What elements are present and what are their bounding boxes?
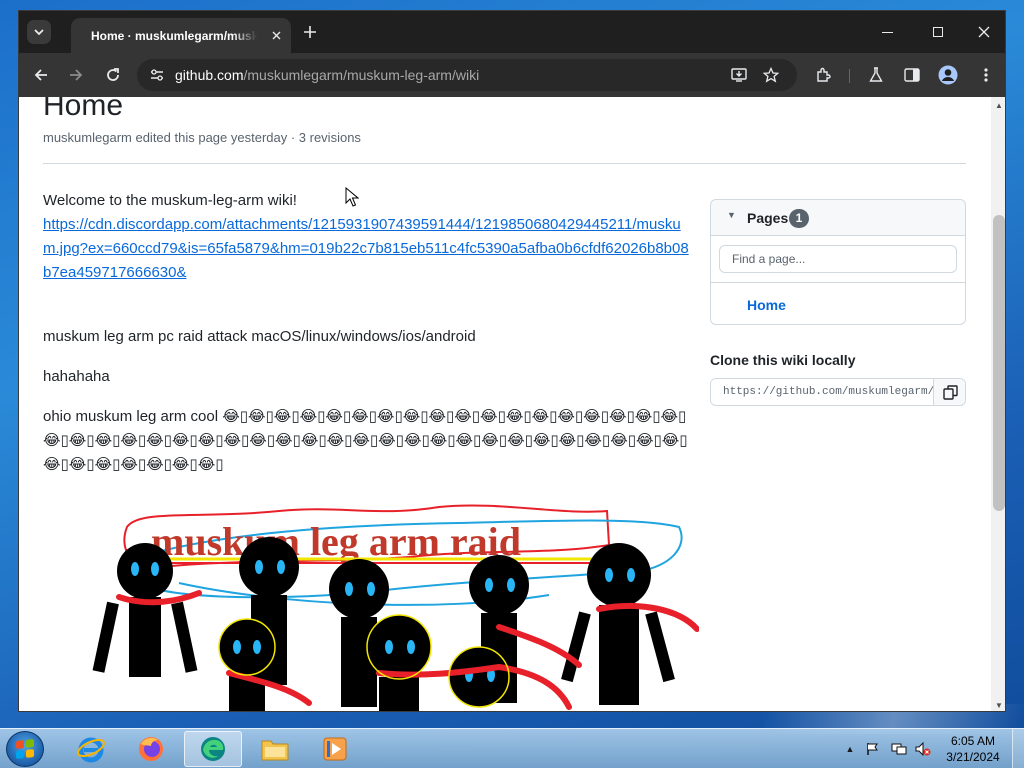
attack-paragraph: muskum leg arm pc raid attack macOS/linu… bbox=[43, 328, 476, 345]
arrow-left-icon bbox=[34, 69, 47, 81]
scrollbar-thumb[interactable] bbox=[993, 215, 1005, 511]
page-title: Home bbox=[43, 97, 124, 122]
arrow-right-icon bbox=[70, 69, 83, 81]
windows-taskbar: ▲ 6:05 AM 3/21/2024 bbox=[0, 728, 1024, 768]
install-app-icon[interactable] bbox=[729, 65, 749, 85]
kebab-menu-icon[interactable] bbox=[975, 64, 997, 86]
pages-panel-header[interactable]: ▼ Pages 1 bbox=[711, 200, 965, 236]
taskbar-internet-explorer[interactable] bbox=[62, 731, 120, 767]
taskbar-firefox[interactable] bbox=[122, 731, 180, 767]
media-player-icon bbox=[323, 737, 347, 761]
firefox-icon bbox=[139, 737, 163, 761]
tray-show-hidden-icon[interactable]: ▲ bbox=[842, 729, 858, 768]
muskum-raid-image: muskum leg arm raid bbox=[92, 504, 699, 711]
scroll-up-arrow-icon[interactable]: ▲ bbox=[995, 101, 1003, 110]
address-bar[interactable]: github.com/muskumlegarm/muskum-leg-arm/w… bbox=[137, 59, 797, 91]
taskbar-file-explorer[interactable] bbox=[246, 731, 304, 767]
extensions-icon[interactable] bbox=[812, 64, 834, 86]
clock-time: 6:05 AM bbox=[950, 734, 996, 748]
pages-panel: ▼ Pages 1 Home bbox=[710, 199, 966, 325]
reload-button[interactable] bbox=[101, 64, 125, 86]
mouse-cursor-icon bbox=[345, 187, 359, 207]
network-icon[interactable] bbox=[890, 729, 908, 768]
tab-close-button[interactable] bbox=[267, 26, 285, 44]
show-desktop-button[interactable] bbox=[1012, 729, 1024, 768]
back-button[interactable] bbox=[29, 64, 53, 86]
sidebar-page-home[interactable]: Home bbox=[747, 297, 786, 313]
browser-window: Home · muskumlegarm/muskum-leg-arm Wiki bbox=[18, 10, 1006, 712]
page-scrollbar[interactable]: ▲ ▼ bbox=[991, 97, 1005, 711]
pages-count-badge: 1 bbox=[789, 209, 809, 228]
url-text: github.com/muskumlegarm/muskum-leg-arm/w… bbox=[175, 67, 479, 83]
haha-paragraph: hahahaha bbox=[43, 368, 110, 385]
emoji-paragraph: ohio muskum leg arm cool 😂▯😂▯😂▯😂▯😂▯😂▯😂▯😂… bbox=[43, 408, 688, 473]
forward-button[interactable] bbox=[64, 64, 88, 86]
tab-search-button[interactable] bbox=[27, 20, 51, 44]
tab-title: Home · muskumlegarm/muskum-leg-arm Wiki bbox=[91, 29, 257, 43]
action-center-flag-icon[interactable] bbox=[864, 729, 882, 768]
image-caption-text: muskum leg arm raid bbox=[151, 519, 521, 564]
maximize-button[interactable] bbox=[923, 19, 953, 45]
windows-logo-icon bbox=[16, 739, 34, 759]
folder-icon bbox=[261, 740, 289, 761]
taskbar-edge-active[interactable] bbox=[184, 731, 242, 767]
reload-icon bbox=[107, 68, 119, 81]
pages-label: Pages bbox=[747, 210, 789, 226]
edge-browser-icon bbox=[201, 737, 225, 761]
clone-url-input[interactable]: https://github.com/muskumlegarm/muskum-l… bbox=[711, 379, 933, 405]
taskbar-clock[interactable]: 6:05 AM 3/21/2024 bbox=[940, 733, 1006, 765]
page-viewport: Home muskumlegarm edited this page yeste… bbox=[19, 97, 991, 711]
volume-muted-icon[interactable] bbox=[914, 729, 932, 768]
new-tab-button[interactable] bbox=[299, 21, 321, 43]
browser-titlebar: Home · muskumlegarm/muskum-leg-arm Wiki bbox=[19, 11, 1005, 53]
caret-down-icon: ▼ bbox=[727, 210, 736, 220]
plus-icon bbox=[304, 26, 316, 38]
close-icon bbox=[272, 31, 280, 39]
site-info-icon[interactable] bbox=[149, 67, 165, 83]
scroll-down-arrow-icon[interactable]: ▼ bbox=[995, 701, 1003, 710]
page-revision-meta: muskumlegarm edited this page yesterday … bbox=[43, 130, 361, 145]
find-page-input[interactable] bbox=[719, 245, 957, 273]
browser-tab-active[interactable]: Home · muskumlegarm/muskum-leg-arm Wiki bbox=[71, 18, 291, 53]
close-icon bbox=[978, 26, 990, 38]
url-host: github.com bbox=[175, 67, 244, 83]
pages-divider bbox=[711, 282, 965, 283]
close-window-button[interactable] bbox=[969, 19, 999, 45]
minimize-button[interactable] bbox=[872, 19, 902, 45]
copy-clone-url-button[interactable] bbox=[933, 379, 965, 405]
header-divider bbox=[43, 163, 966, 164]
profile-avatar-icon[interactable] bbox=[937, 64, 959, 86]
clone-wiki-title: Clone this wiki locally bbox=[710, 352, 856, 368]
chevron-down-icon bbox=[34, 29, 44, 35]
bookmark-star-icon[interactable] bbox=[761, 65, 781, 85]
maximize-icon bbox=[933, 27, 943, 37]
clock-date: 3/21/2024 bbox=[946, 750, 1000, 764]
attachment-link[interactable]: https://cdn.discordapp.com/attachments/1… bbox=[43, 213, 693, 285]
side-panel-icon[interactable] bbox=[901, 64, 923, 86]
browser-toolbar: github.com/muskumlegarm/muskum-leg-arm/w… bbox=[19, 53, 1005, 97]
start-button[interactable] bbox=[6, 731, 44, 767]
clone-url-box: https://github.com/muskumlegarm/muskum-l… bbox=[710, 378, 966, 406]
taskbar-media-player[interactable] bbox=[306, 731, 364, 767]
labs-flask-icon[interactable] bbox=[865, 64, 887, 86]
url-path: /muskumlegarm/muskum-leg-arm/wiki bbox=[243, 67, 480, 83]
internet-explorer-icon bbox=[77, 737, 105, 763]
welcome-paragraph: Welcome to the muskum-leg-arm wiki! bbox=[43, 192, 297, 209]
minimize-icon bbox=[881, 31, 893, 33]
toolbar-separator bbox=[849, 69, 850, 83]
copy-icon bbox=[942, 384, 958, 400]
